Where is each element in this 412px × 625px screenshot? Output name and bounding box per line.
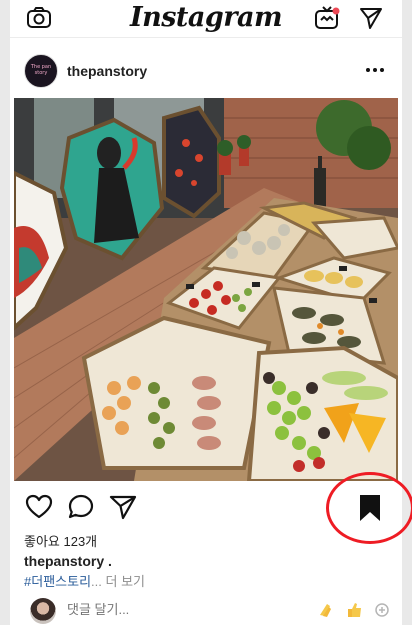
instagram-feed-screen: Instagram The pan story thepanstory 좋아요 … (10, 0, 412, 625)
avatar-logo-text: The pan story (30, 64, 52, 76)
post-photo[interactable] (14, 98, 398, 481)
thumbs-up-emoji-icon[interactable] (345, 600, 365, 620)
catering-food-photo (14, 98, 398, 481)
add-emoji-icon[interactable] (372, 600, 392, 620)
post-header: The pan story thepanstory (10, 50, 402, 94)
clapping-emoji-icon[interactable] (315, 600, 335, 620)
caption-ellipsis: ... (91, 574, 102, 589)
share-icon[interactable] (108, 492, 138, 522)
avatar[interactable]: The pan story (24, 54, 58, 88)
direct-message-icon[interactable] (358, 5, 384, 31)
instagram-logo: Instagram (129, 2, 283, 33)
caption-hashtag[interactable]: #더팬스토리 (24, 574, 91, 589)
likes-count[interactable]: 좋아요 123개 (24, 531, 97, 550)
igtv-icon[interactable] (314, 5, 340, 31)
post-username[interactable]: thepanstory (67, 63, 147, 79)
heart-icon[interactable] (24, 492, 54, 522)
comment-input[interactable] (67, 602, 267, 617)
more-options-icon[interactable] (364, 59, 386, 81)
more-link[interactable]: 더 보기 (106, 574, 146, 589)
annotation-highlight-circle (326, 472, 412, 544)
comment-row (10, 597, 402, 624)
comment-icon[interactable] (66, 492, 96, 522)
caption-username[interactable]: thepanstory . (24, 553, 112, 569)
top-bar: Instagram (10, 0, 402, 38)
caption-line: #더팬스토리... 더 보기 (24, 571, 145, 590)
avatar (30, 598, 56, 624)
